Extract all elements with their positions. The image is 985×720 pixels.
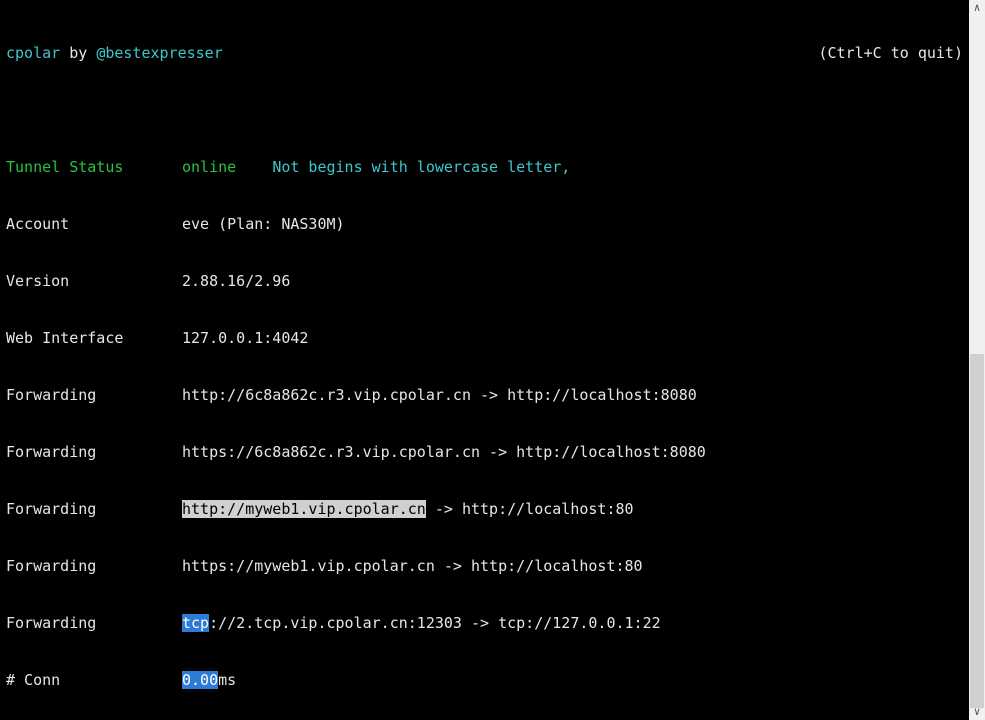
account-line: Accounteve (Plan: NAS30M) (6, 215, 963, 234)
by-text: by (60, 44, 96, 62)
terminal-viewport[interactable]: cpolar by @bestexpresser (Ctrl+C to quit… (0, 0, 969, 720)
conn-label: # Conn (6, 671, 182, 690)
fwd-label: Forwarding (6, 614, 182, 633)
version-label: Version (6, 272, 182, 291)
fwd-label: Forwarding (6, 386, 182, 405)
fwd0-value: http://6c8a862c.r3.vip.cpolar.cn -> http… (182, 386, 697, 404)
fwd-label: Forwarding (6, 443, 182, 462)
status-warning: Not begins with lowercase letter, (272, 158, 570, 176)
fwd2-rest: -> http://localhost:80 (426, 500, 634, 518)
author-handle: @bestexpresser (96, 44, 222, 62)
version-line: Version2.88.16/2.96 (6, 272, 963, 291)
fwd-label: Forwarding (6, 500, 182, 519)
fwd4-line: Forwardingtcp://2.tcp.vip.cpolar.cn:1230… (6, 614, 963, 633)
conn-hidden-under-cursor: 0.00 (182, 671, 218, 689)
blank-line (6, 101, 963, 120)
scrollbar[interactable]: ∧ ∨ (969, 0, 985, 720)
conn-suffix: ms (218, 671, 236, 689)
scroll-up-arrow-icon[interactable]: ∧ (969, 0, 985, 16)
fwd2-line: Forwardinghttp://myweb1.vip.cpolar.cn ->… (6, 500, 963, 519)
fwd2-url-selected[interactable]: http://myweb1.vip.cpolar.cn (182, 500, 426, 518)
status-value: online (182, 158, 236, 176)
webif-line: Web Interface127.0.0.1:4042 (6, 329, 963, 348)
fwd1-value: https://6c8a862c.r3.vip.cpolar.cn -> htt… (182, 443, 706, 461)
version-value: 2.88.16/2.96 (182, 272, 290, 290)
account-value: eve (Plan: NAS30M) (182, 215, 345, 233)
app-title: cpolar by @bestexpresser (6, 44, 819, 63)
fwd1-line: Forwardinghttps://6c8a862c.r3.vip.cpolar… (6, 443, 963, 462)
fwd-label: Forwarding (6, 557, 182, 576)
fwd3-value: https://myweb1.vip.cpolar.cn -> http://l… (182, 557, 643, 575)
header-row: cpolar by @bestexpresser (Ctrl+C to quit… (6, 44, 963, 63)
fwd4-rest: ://2.tcp.vip.cpolar.cn:12303 -> tcp://12… (209, 614, 661, 632)
scrollbar-thumb[interactable] (970, 354, 984, 708)
quit-hint: (Ctrl+C to quit) (819, 44, 964, 63)
fwd4-proto-cursor[interactable]: tcp (182, 614, 209, 632)
fwd3-line: Forwardinghttps://myweb1.vip.cpolar.cn -… (6, 557, 963, 576)
conn-line: # Conn0.00ms (6, 671, 963, 690)
scrollbar-track[interactable] (969, 16, 985, 704)
webif-value: 127.0.0.1:4042 (182, 329, 308, 347)
status-line: Tunnel Statusonline Not begins with lowe… (6, 158, 963, 177)
status-label: Tunnel Status (6, 158, 182, 177)
app-name: cpolar (6, 44, 60, 62)
account-label: Account (6, 215, 182, 234)
fwd0-line: Forwardinghttp://6c8a862c.r3.vip.cpolar.… (6, 386, 963, 405)
webif-label: Web Interface (6, 329, 182, 348)
